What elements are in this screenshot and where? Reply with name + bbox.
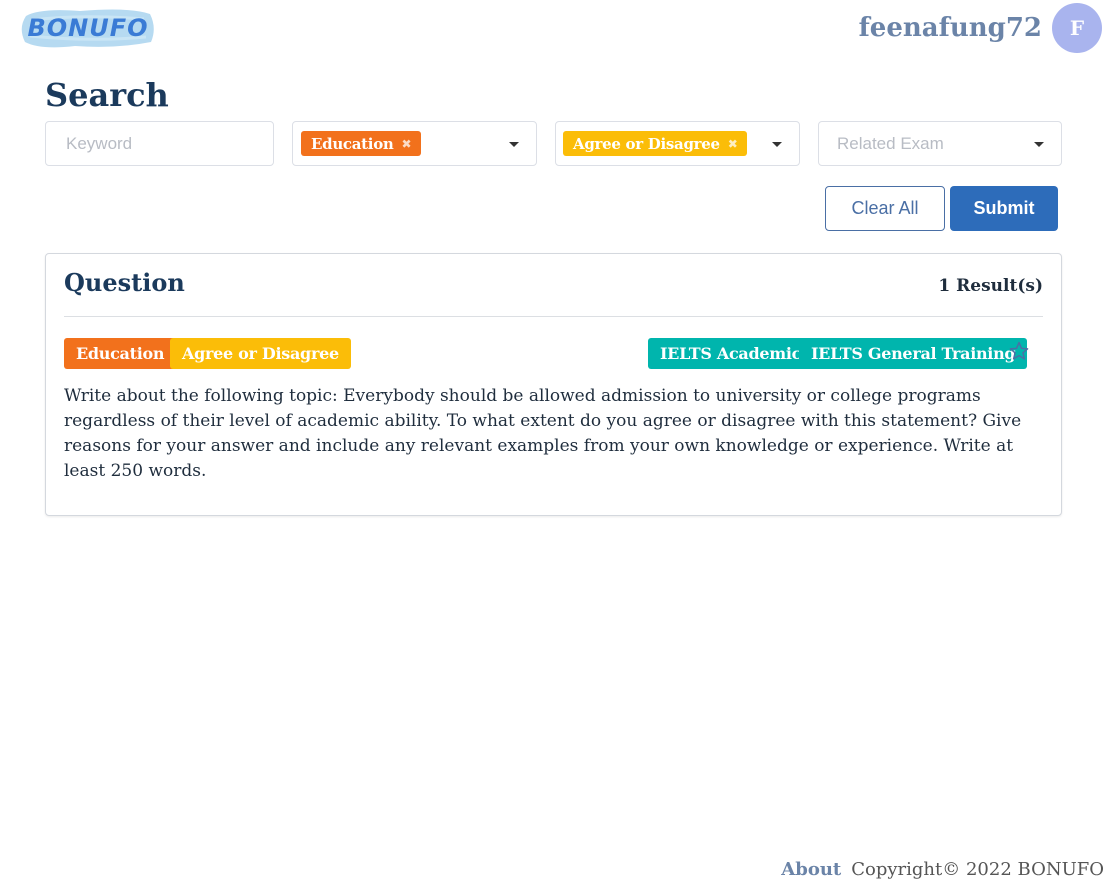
exam-tag-academic[interactable]: IELTS Academic <box>648 338 814 369</box>
keyword-input[interactable] <box>64 132 273 155</box>
logo[interactable]: BONUFO <box>20 6 156 50</box>
logo-text: BONUFO <box>27 14 149 42</box>
about-link[interactable]: About <box>781 859 841 880</box>
question-text[interactable]: Write about the following topic: Everybo… <box>64 384 1024 484</box>
related-exam-placeholder: Related Exam <box>837 133 944 153</box>
close-icon[interactable]: ✖ <box>728 137 738 151</box>
avatar[interactable]: F <box>1052 3 1102 53</box>
footer: About Copyright© 2022 BONUFO <box>781 859 1104 880</box>
caret-down-icon[interactable] <box>1034 142 1044 147</box>
divider <box>64 316 1043 317</box>
exam-tag-general-training[interactable]: IELTS General Training <box>799 338 1028 369</box>
username[interactable]: feenafung72 <box>859 13 1042 43</box>
submit-button[interactable]: Submit <box>950 186 1058 231</box>
question-type-chip-label: Agree or Disagree <box>573 134 720 153</box>
topic-chip-label: Education <box>311 134 394 153</box>
result-count: 1 Result(s) <box>938 276 1043 296</box>
close-icon[interactable]: ✖ <box>402 137 412 151</box>
question-type-select[interactable]: Agree or Disagree ✖ <box>555 121 800 166</box>
topic-chip: Education ✖ <box>301 131 422 156</box>
topic-tag[interactable]: Education <box>64 338 177 369</box>
question-type-chip: Agree or Disagree ✖ <box>563 131 748 156</box>
caret-down-icon[interactable] <box>772 142 782 147</box>
caret-down-icon[interactable] <box>509 142 519 147</box>
related-exam-select[interactable]: Related Exam <box>818 121 1062 166</box>
clear-all-button[interactable]: Clear All <box>825 186 945 231</box>
keyword-field[interactable] <box>45 121 274 166</box>
results-title: Question <box>64 268 185 297</box>
topic-select[interactable]: Education ✖ <box>292 121 537 166</box>
results-card: Question 1 Result(s) Education Agree or … <box>45 253 1062 516</box>
user-menu[interactable]: feenafung72 F <box>859 3 1102 53</box>
question-type-tag[interactable]: Agree or Disagree <box>170 338 351 369</box>
page-title: Search <box>45 76 169 114</box>
copyright-text: Copyright© 2022 BONUFO <box>851 859 1104 880</box>
star-outline-icon[interactable] <box>1008 340 1030 362</box>
